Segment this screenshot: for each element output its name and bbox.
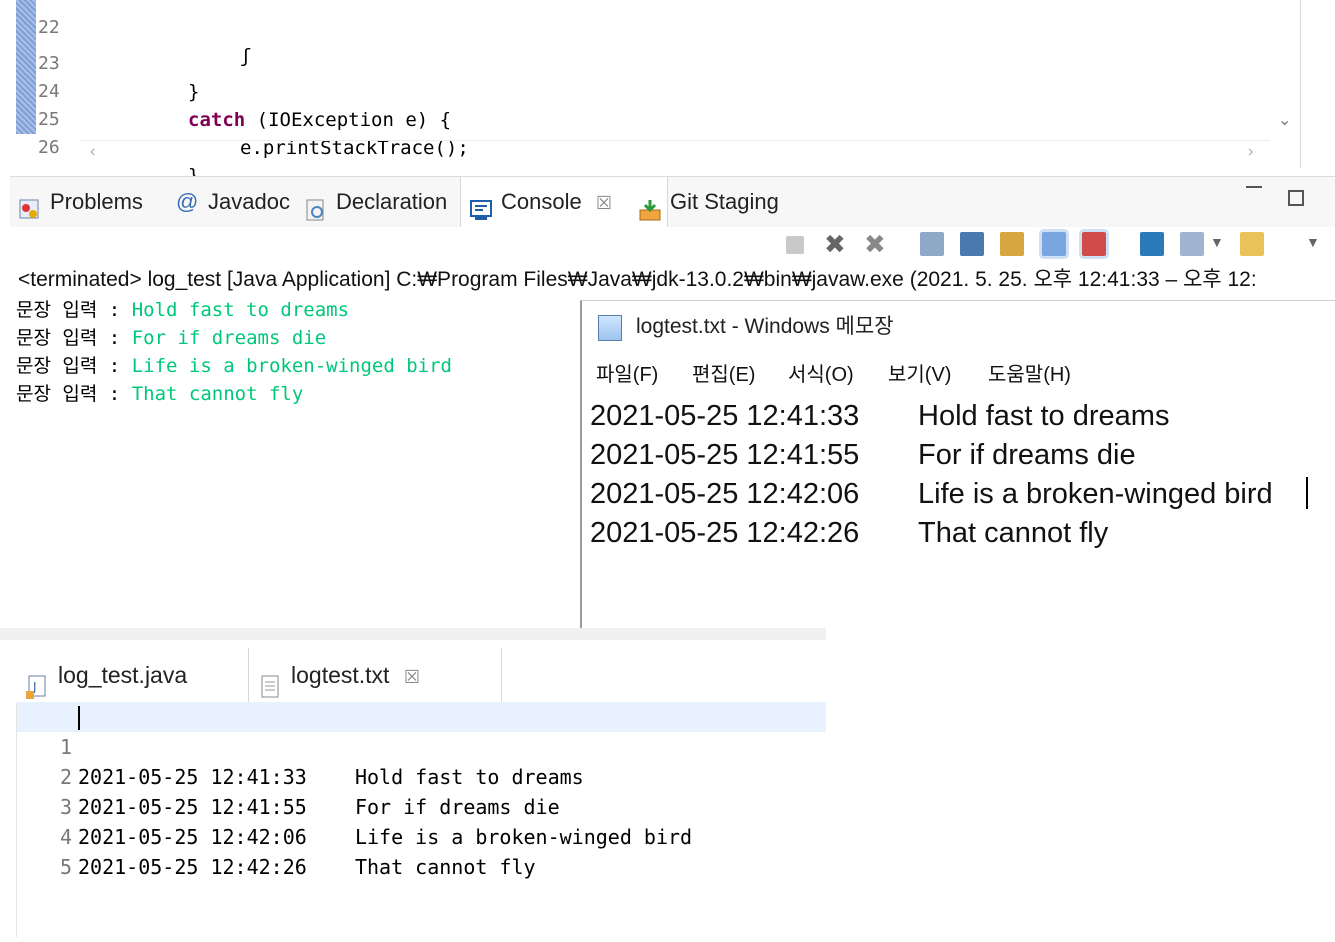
line-text: Hold fast to dreams bbox=[918, 400, 1170, 432]
tab-label: log_test.java bbox=[58, 662, 188, 688]
notepad-line: 2021-05-25 12:41:33 Hold fast to dreams bbox=[590, 397, 1330, 436]
chevron-down-icon[interactable]: ▼ bbox=[1306, 234, 1320, 250]
terminate-icon[interactable] bbox=[786, 236, 804, 254]
tab-logtest-txt[interactable]: logtest.txt ☒ bbox=[248, 648, 502, 702]
text-line: 5 bbox=[16, 822, 826, 879]
close-icon[interactable]: ☒ bbox=[404, 667, 420, 687]
timestamp: 2021-05-25 12:41:33 bbox=[590, 400, 860, 432]
notepad-title: logtest.txt - Windows 메모장 bbox=[636, 315, 894, 338]
scroll-lock-icon[interactable] bbox=[960, 232, 984, 256]
console-input: For if dreams die bbox=[131, 327, 327, 349]
console-line: 문장 입력 : For if dreams die bbox=[16, 324, 576, 352]
notepad-window: logtest.txt - Windows 메모장 파일(F) 편집(E) 서식… bbox=[580, 300, 1335, 641]
git-staging-icon bbox=[638, 190, 662, 221]
line-text: That cannot fly bbox=[918, 517, 1109, 549]
toolbar-strip bbox=[0, 628, 826, 640]
timestamp: 2021-05-25 12:41:55 bbox=[590, 439, 860, 471]
tab-label: Console bbox=[501, 189, 582, 214]
tab-label: Problems bbox=[50, 189, 143, 214]
menu-view[interactable]: 보기(V) bbox=[888, 357, 951, 393]
timestamp: 2021-05-25 12:42:26 bbox=[590, 517, 860, 549]
notepad-icon bbox=[598, 315, 622, 341]
tab-log-test-java[interactable]: J log_test.java bbox=[16, 648, 254, 702]
code-line: 23 } bbox=[0, 22, 1290, 103]
console-icon bbox=[469, 190, 493, 220]
display-console-icon[interactable] bbox=[1180, 232, 1204, 256]
notepad-line: 2021-05-25 12:41:55 For if dreams die bbox=[590, 436, 1330, 475]
code-line: 22 ʃ bbox=[0, 0, 1290, 67]
pin-console-icon[interactable] bbox=[1140, 232, 1164, 256]
tab-git-staging[interactable]: Git Staging bbox=[630, 177, 840, 227]
text-caret bbox=[78, 706, 80, 730]
console-input: Life is a broken-winged bird bbox=[131, 355, 452, 377]
open-console-icon[interactable] bbox=[1240, 232, 1264, 256]
console-prompt: 문장 입력 : bbox=[16, 327, 132, 349]
line-text: 2021-05-25 12:42:26 That cannot fly bbox=[78, 855, 536, 879]
word-wrap-icon[interactable] bbox=[1000, 232, 1024, 256]
text-line: 1 2021-05-25 12:41:33 Hold fast to dream… bbox=[16, 702, 826, 789]
tab-label: logtest.txt bbox=[291, 662, 390, 688]
text-editor-area[interactable]: 1 2021-05-25 12:41:33 Hold fast to dream… bbox=[16, 702, 826, 937]
editor-left-border bbox=[16, 702, 17, 937]
chevron-right-icon[interactable]: › bbox=[1248, 143, 1253, 161]
line-text: Life is a broken-winged bird bbox=[918, 478, 1273, 510]
console-input: Hold fast to dreams bbox=[131, 299, 350, 321]
minimize-icon[interactable] bbox=[1246, 186, 1262, 191]
console-prompt: 문장 입력 : bbox=[16, 383, 132, 405]
code-line: 24 catch (IOException e) { bbox=[0, 50, 1290, 131]
chevron-left-icon[interactable]: ‹ bbox=[90, 143, 95, 161]
tab-label: Declaration bbox=[336, 189, 448, 214]
notepad-titlebar[interactable]: logtest.txt - Windows 메모장 bbox=[582, 301, 1335, 355]
maximize-icon[interactable] bbox=[1288, 190, 1304, 206]
chevron-down-icon[interactable]: ⌄ bbox=[1278, 110, 1296, 129]
console-status-line: <terminated> log_test [Java Application]… bbox=[18, 268, 1257, 291]
view-tab-bar: Problems @ Javadoc Declaration Console ☒… bbox=[10, 176, 1335, 227]
console-input: That cannot fly bbox=[131, 383, 304, 405]
console-toolbar: ✖ ✖ ▼ ▼ bbox=[780, 228, 1335, 264]
line-text: For if dreams die bbox=[918, 439, 1136, 471]
menu-help[interactable]: 도움말(H) bbox=[988, 357, 1071, 393]
text-caret bbox=[1306, 477, 1308, 509]
console-prompt: 문장 입력 : bbox=[16, 299, 132, 321]
tab-problems[interactable]: Problems bbox=[10, 177, 186, 227]
java-file-icon: J bbox=[26, 664, 48, 699]
show-console-stderr-icon[interactable] bbox=[1082, 232, 1106, 256]
tab-label: Javadoc bbox=[208, 189, 290, 214]
console-line: 문장 입력 : Life is a broken-winged bird bbox=[16, 352, 576, 380]
java-code-editor[interactable]: 22 ʃ 23 } 24 catch (IOException e) { 25 … bbox=[0, 0, 1301, 187]
show-console-stdout-icon[interactable] bbox=[1042, 232, 1066, 256]
console-line: 문장 입력 : That cannot fly bbox=[16, 380, 576, 408]
notepad-menubar: 파일(F) 편집(E) 서식(O) 보기(V) 도움말(H) bbox=[582, 357, 1335, 393]
text-line: 3 2021-05-25 12:42:06 Life is a broken-w… bbox=[16, 762, 826, 849]
remove-launch-icon[interactable]: ✖ bbox=[824, 231, 848, 257]
remove-all-icon[interactable]: ✖ bbox=[864, 231, 888, 257]
code-line: 25 e.printStackTrace(); bbox=[0, 78, 1290, 159]
problems-icon bbox=[18, 190, 42, 219]
chevron-down-icon[interactable]: ▼ bbox=[1210, 234, 1224, 250]
text-file-icon bbox=[259, 664, 281, 698]
menu-file[interactable]: 파일(F) bbox=[596, 357, 658, 393]
menu-edit[interactable]: 편집(E) bbox=[692, 357, 755, 393]
notepad-line: 2021-05-25 12:42:06 Life is a broken-wing… bbox=[590, 475, 1330, 514]
notepad-line: 2021-05-25 12:42:26 That cannot fly bbox=[590, 514, 1330, 553]
line-number: 5 bbox=[59, 855, 72, 879]
timestamp: 2021-05-25 12:42:06 bbox=[590, 478, 860, 510]
horizontal-scrollbar[interactable] bbox=[80, 140, 1270, 167]
console-prompt: 문장 입력 : bbox=[16, 355, 132, 377]
console-output[interactable]: 문장 입력 : Hold fast to dreams 문장 입력 : For … bbox=[16, 296, 576, 616]
tab-label: Git Staging bbox=[670, 189, 779, 214]
text-line: 2 2021-05-25 12:41:55 For if dreams die bbox=[16, 732, 826, 819]
line-number: 26 bbox=[38, 137, 60, 158]
editor-tab-bar: J log_test.java logtest.txt ☒ bbox=[16, 648, 826, 703]
menu-format[interactable]: 서식(O) bbox=[788, 357, 854, 393]
javadoc-icon: @ bbox=[176, 189, 199, 214]
text-line: 4 2021-05-25 12:42:26 That cannot fly bbox=[16, 792, 826, 879]
clear-console-icon[interactable] bbox=[920, 232, 944, 256]
code-line: 26 } bbox=[0, 106, 1290, 187]
close-icon[interactable]: ☒ bbox=[596, 193, 612, 213]
console-line: 문장 입력 : Hold fast to dreams bbox=[16, 296, 576, 324]
declaration-icon bbox=[304, 190, 328, 221]
notepad-text-area[interactable]: 2021-05-25 12:41:33 Hold fast to dreams 2… bbox=[590, 397, 1330, 553]
